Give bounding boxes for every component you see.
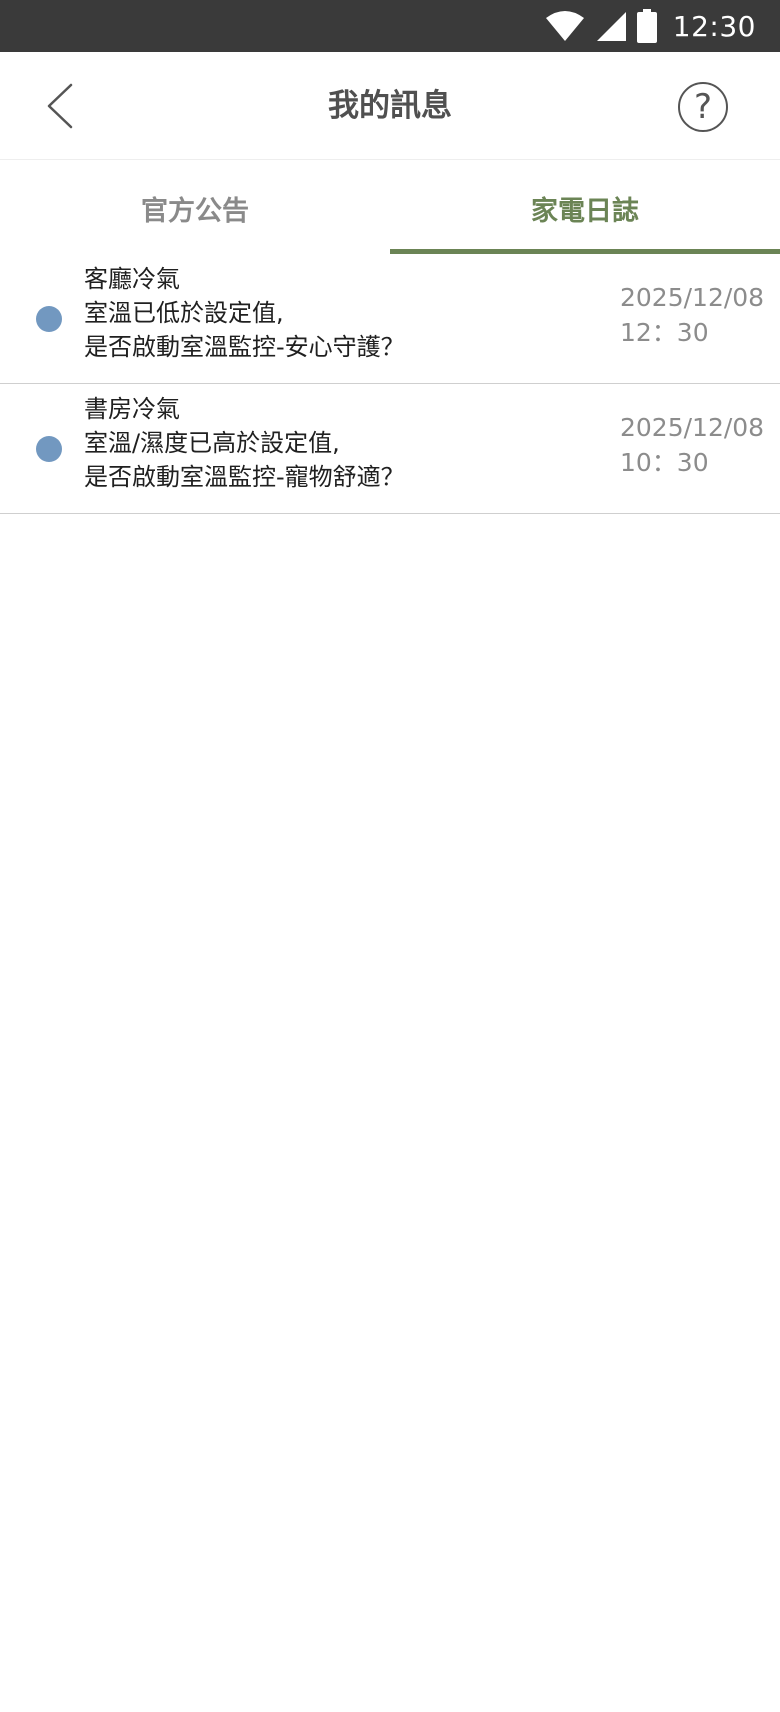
wifi-icon (545, 11, 584, 41)
message-device: 客廳冷氣 (84, 265, 180, 293)
message-time: 10：30 (620, 448, 709, 477)
message-device: 書房冷氣 (84, 395, 180, 423)
message-line: 是否啟動室溫監控-寵物舒適？ (84, 463, 405, 491)
unread-dot-icon (36, 305, 62, 332)
status-icons: 12:30 (545, 8, 756, 44)
app-bar: 我的訊息 ? (0, 52, 780, 160)
message-timestamp: 2025/12/08 12：30 (620, 280, 780, 350)
status-bar: 12:30 (0, 0, 780, 52)
help-button[interactable]: ? (678, 82, 728, 132)
list-item[interactable]: 書房冷氣 室溫/濕度已高於設定值, 是否啟動室溫監控-寵物舒適？ 2025/12… (0, 384, 780, 514)
question-mark-icon: ? (693, 87, 713, 127)
unread-dot-icon (36, 435, 62, 462)
message-line: 室溫/濕度已高於設定值, (84, 429, 340, 457)
cellular-signal-icon (596, 12, 626, 41)
chevron-left-icon (47, 83, 73, 129)
message-list: 客廳冷氣 室溫已低於設定值, 是否啟動室溫監控-安心守護？ 2025/12/08… (0, 254, 780, 514)
tab-appliance-log[interactable]: 家電日誌 (390, 162, 780, 254)
status-time: 12:30 (672, 9, 756, 43)
message-body: 書房冷氣 室溫/濕度已高於設定值, 是否啟動室溫監控-寵物舒適？ (84, 392, 604, 494)
list-item[interactable]: 客廳冷氣 室溫已低於設定值, 是否啟動室溫監控-安心守護？ 2025/12/08… (0, 254, 780, 384)
message-date: 2025/12/08 (620, 413, 765, 442)
message-body: 客廳冷氣 室溫已低於設定值, 是否啟動室溫監控-安心守護？ (84, 262, 604, 364)
message-line: 是否啟動室溫監控-安心守護？ (84, 333, 405, 361)
message-date: 2025/12/08 (620, 283, 765, 312)
back-button[interactable] (30, 74, 90, 138)
message-line: 室溫已低於設定值, (84, 299, 284, 327)
tab-official-announcements[interactable]: 官方公告 (0, 162, 390, 254)
tab-bar: 官方公告 家電日誌 (0, 162, 780, 254)
page-title: 我的訊息 (328, 88, 452, 124)
message-time: 12：30 (620, 318, 709, 347)
battery-icon (636, 9, 657, 43)
message-timestamp: 2025/12/08 10：30 (620, 410, 780, 480)
